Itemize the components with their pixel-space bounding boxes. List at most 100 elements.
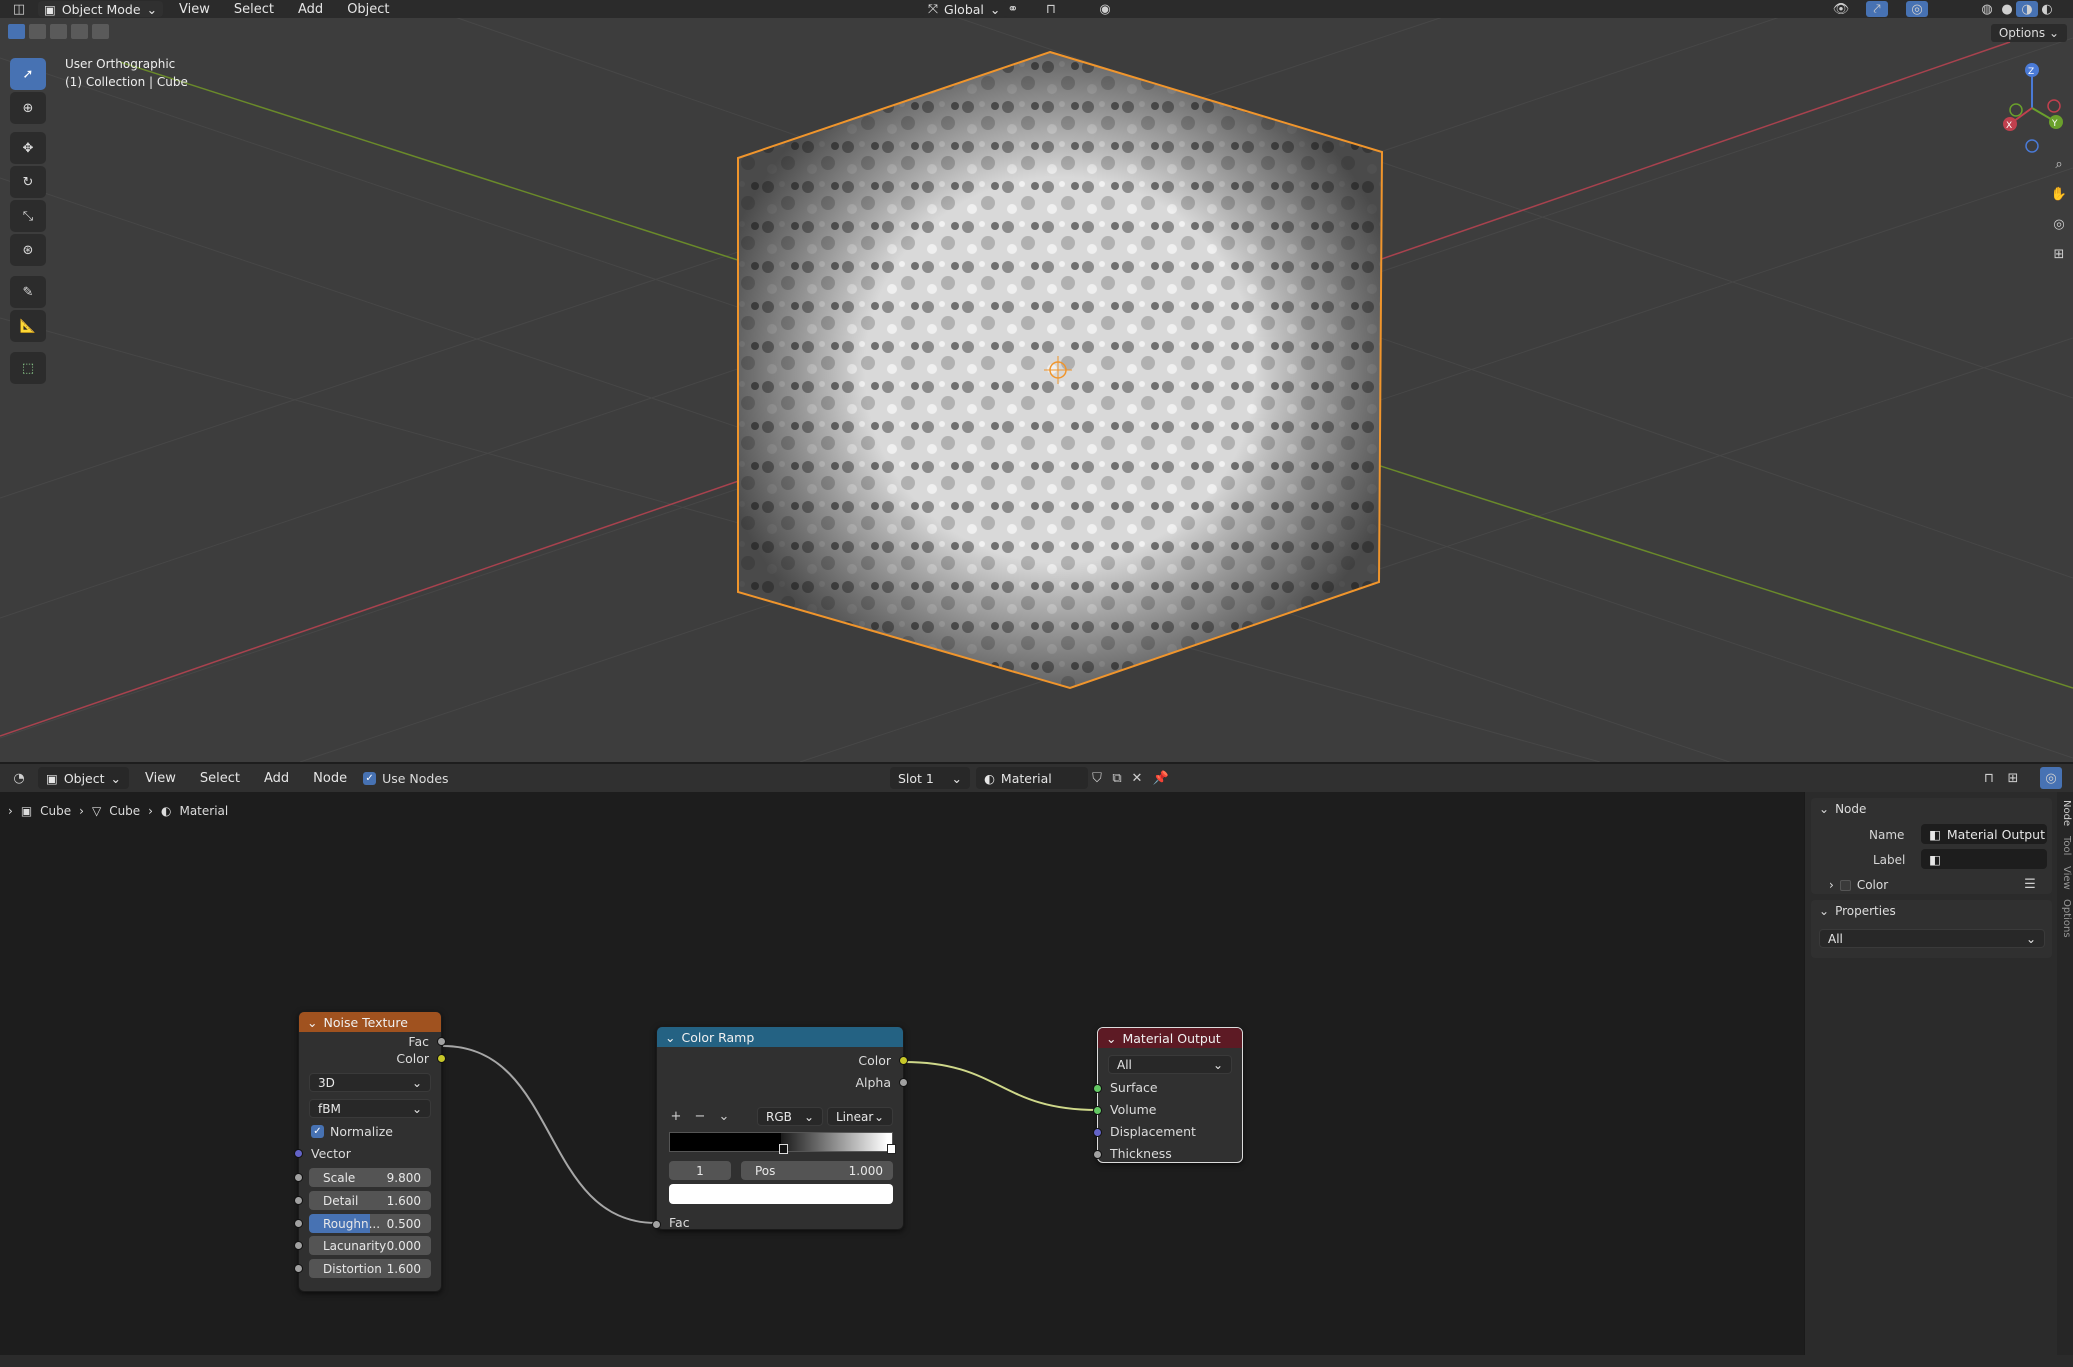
rendered-shading-icon[interactable]: ◐ (2036, 0, 2058, 20)
editor-type-icon[interactable]: ◫ (8, 0, 30, 20)
roughness-input-socket[interactable] (294, 1219, 303, 1228)
node-name-field[interactable]: ◧ Material Output (1921, 824, 2047, 844)
properties-target-dropdown[interactable]: All ⌄ (1819, 929, 2045, 948)
unlink-material-icon[interactable]: ✕ (1126, 767, 1148, 789)
select-box-mode-icon[interactable] (8, 24, 25, 39)
remove-stop-icon[interactable]: − (689, 1105, 711, 1127)
color-mode-dropdown[interactable]: RGB ⌄ (757, 1107, 823, 1126)
list-icon[interactable]: ☰ (2019, 873, 2041, 895)
pan-hand-icon[interactable]: ✋ (2048, 183, 2070, 205)
properties-panel-header[interactable]: ⌄ Properties (1819, 904, 1896, 918)
surface-input-socket[interactable] (1093, 1084, 1102, 1093)
material-shading-icon[interactable]: ◑ (2016, 1, 2038, 17)
navigation-gizmo[interactable]: Z Y X (1996, 58, 2072, 158)
solid-shading-icon[interactable]: ● (1996, 0, 2018, 20)
noise-node-header[interactable]: ⌄ Noise Texture (299, 1012, 441, 1032)
menu-object[interactable]: Object (339, 2, 397, 17)
add-stop-icon[interactable]: + (665, 1105, 687, 1127)
ramp-node-header[interactable]: ⌄ Color Ramp (657, 1027, 903, 1047)
editor-type-icon[interactable]: ◔ (8, 767, 30, 789)
node-panel-header[interactable]: ⌄ Node (1819, 802, 1866, 816)
black-stop-handle[interactable] (779, 1144, 788, 1154)
scale-tool-button[interactable]: ⤡ (10, 200, 46, 232)
transform-orientation-dropdown[interactable]: ⤧ Global ⌄ (920, 1, 1009, 17)
material-output-node[interactable]: ⌄ Material Output All ⌄ Surface Volume Di… (1093, 1027, 1243, 1163)
ramp-alpha-socket[interactable] (899, 1078, 908, 1087)
color-ramp-node[interactable]: ⌄ Color Ramp Color Alpha + − ⌄ RGB ⌄ Line… (652, 1026, 908, 1230)
noise-texture-node[interactable]: ⌄ Noise Texture Fac Color 3D ⌄ fBM ⌄ ✓ Nor… (294, 1011, 446, 1292)
noise-color-socket[interactable] (437, 1054, 446, 1063)
overlay-toggle-icon[interactable]: ◎ (1906, 1, 1928, 17)
tab-view[interactable]: View (2057, 856, 2073, 890)
volume-input-socket[interactable] (1093, 1106, 1102, 1115)
zoom-icon[interactable]: ⌕ (2048, 153, 2070, 175)
viewport-3d[interactable]: User Orthographic (1) Collection | Cube … (0, 18, 2073, 762)
color-checkbox[interactable] (1839, 879, 1851, 891)
tab-tool[interactable]: Tool (2057, 826, 2073, 855)
options-dropdown[interactable]: Options ⌄ (1990, 24, 2067, 42)
scale-field[interactable]: Scale 9.800 (309, 1168, 431, 1187)
output-node-header[interactable]: ⌄ Material Output (1098, 1028, 1242, 1048)
gizmo-toggle-icon[interactable]: ⤤ (1866, 1, 1888, 17)
cursor-tool-button[interactable]: ⊕ (10, 92, 46, 124)
select-tool-button[interactable]: ➚ (10, 58, 46, 90)
select-invert-icon[interactable] (71, 24, 88, 39)
move-tool-button[interactable]: ✥ (10, 132, 46, 164)
chevron-down-icon[interactable]: ⌄ (713, 1105, 735, 1127)
interpolation-dropdown[interactable]: Linear ⌄ (827, 1107, 893, 1126)
snap-icon[interactable]: ⊓ (1978, 767, 2000, 789)
menu-add[interactable]: Add (290, 2, 331, 17)
tab-node[interactable]: Node (2057, 792, 2073, 826)
detail-field[interactable]: Detail 1.600 (309, 1191, 431, 1210)
noise-fac-socket[interactable] (437, 1037, 446, 1046)
snap-icon[interactable]: ⊓ (1040, 0, 1062, 20)
menu-view[interactable]: View (171, 2, 218, 17)
overlay-toggle-icon[interactable]: ◎ (2040, 767, 2062, 789)
render-target-dropdown[interactable]: All ⌄ (1108, 1055, 1232, 1074)
select-subtract-icon[interactable] (50, 24, 67, 39)
collapse-chevron-icon[interactable]: ⌄ (1106, 1031, 1116, 1046)
measure-tool-button[interactable]: 📐 (10, 310, 46, 342)
menu-node[interactable]: Node (305, 771, 355, 786)
visibility-icon[interactable]: 👁 (1830, 0, 1852, 20)
duplicate-material-icon[interactable]: ⧉ (1106, 767, 1128, 789)
tab-options[interactable]: Options (2057, 889, 2073, 938)
normalize-toggle[interactable]: ✓ Normalize (311, 1124, 393, 1139)
shader-type-dropdown[interactable]: ▣ Object ⌄ (38, 767, 130, 789)
displacement-input-socket[interactable] (1093, 1128, 1102, 1137)
transform-tool-button[interactable]: ⊛ (10, 234, 46, 266)
distortion-field[interactable]: Distortion 1.600 (309, 1259, 431, 1278)
vector-input-socket[interactable] (294, 1149, 303, 1158)
menu-select[interactable]: Select (192, 771, 248, 786)
stop-position-field[interactable]: Pos 1.000 (741, 1161, 893, 1180)
fake-user-icon[interactable]: ⛉ (1086, 767, 1108, 789)
collapse-chevron-icon[interactable]: ⌄ (307, 1015, 317, 1030)
stop-color-swatch[interactable] (669, 1184, 893, 1204)
snap-mode-icon[interactable]: ⊞ (2002, 767, 2024, 789)
menu-select[interactable]: Select (226, 2, 282, 17)
pin-icon[interactable]: 📌 (1150, 767, 1172, 789)
lacunarity-field[interactable]: Lacunarity 0.000 (309, 1236, 431, 1255)
mode-dropdown[interactable]: ▣ Object Mode ⌄ (38, 1, 164, 17)
thickness-input-socket[interactable] (1093, 1150, 1102, 1159)
pivot-icon[interactable]: ⚭ (1002, 0, 1024, 20)
use-nodes-toggle[interactable]: ✓ Use Nodes (363, 771, 449, 786)
select-extend-icon[interactable] (29, 24, 46, 39)
menu-add[interactable]: Add (256, 771, 297, 786)
node-canvas[interactable]: › ▣ Cube › ▽ Cube › ◐ Material ⌄ Noise T… (0, 792, 1800, 1355)
noise-type-dropdown[interactable]: fBM ⌄ (309, 1099, 431, 1118)
roughness-slider[interactable]: Roughn... 0.500 (309, 1214, 431, 1233)
grid-icon[interactable]: ⊞ (2048, 243, 2070, 265)
ramp-color-socket[interactable] (899, 1056, 908, 1065)
white-stop-handle[interactable] (887, 1144, 896, 1154)
collapse-chevron-icon[interactable]: ⌄ (665, 1030, 675, 1045)
detail-input-socket[interactable] (294, 1196, 303, 1205)
lacunarity-input-socket[interactable] (294, 1241, 303, 1250)
node-label-field[interactable]: ◧ (1921, 849, 2047, 869)
color-subpanel-header[interactable]: › Color (1829, 878, 1888, 892)
ramp-fac-input-socket[interactable] (652, 1220, 661, 1229)
proportional-edit-icon[interactable]: ◉ (1094, 0, 1116, 20)
slot-dropdown[interactable]: Slot 1 ⌄ (890, 767, 970, 789)
dimensions-dropdown[interactable]: 3D ⌄ (309, 1073, 431, 1092)
distortion-input-socket[interactable] (294, 1264, 303, 1273)
